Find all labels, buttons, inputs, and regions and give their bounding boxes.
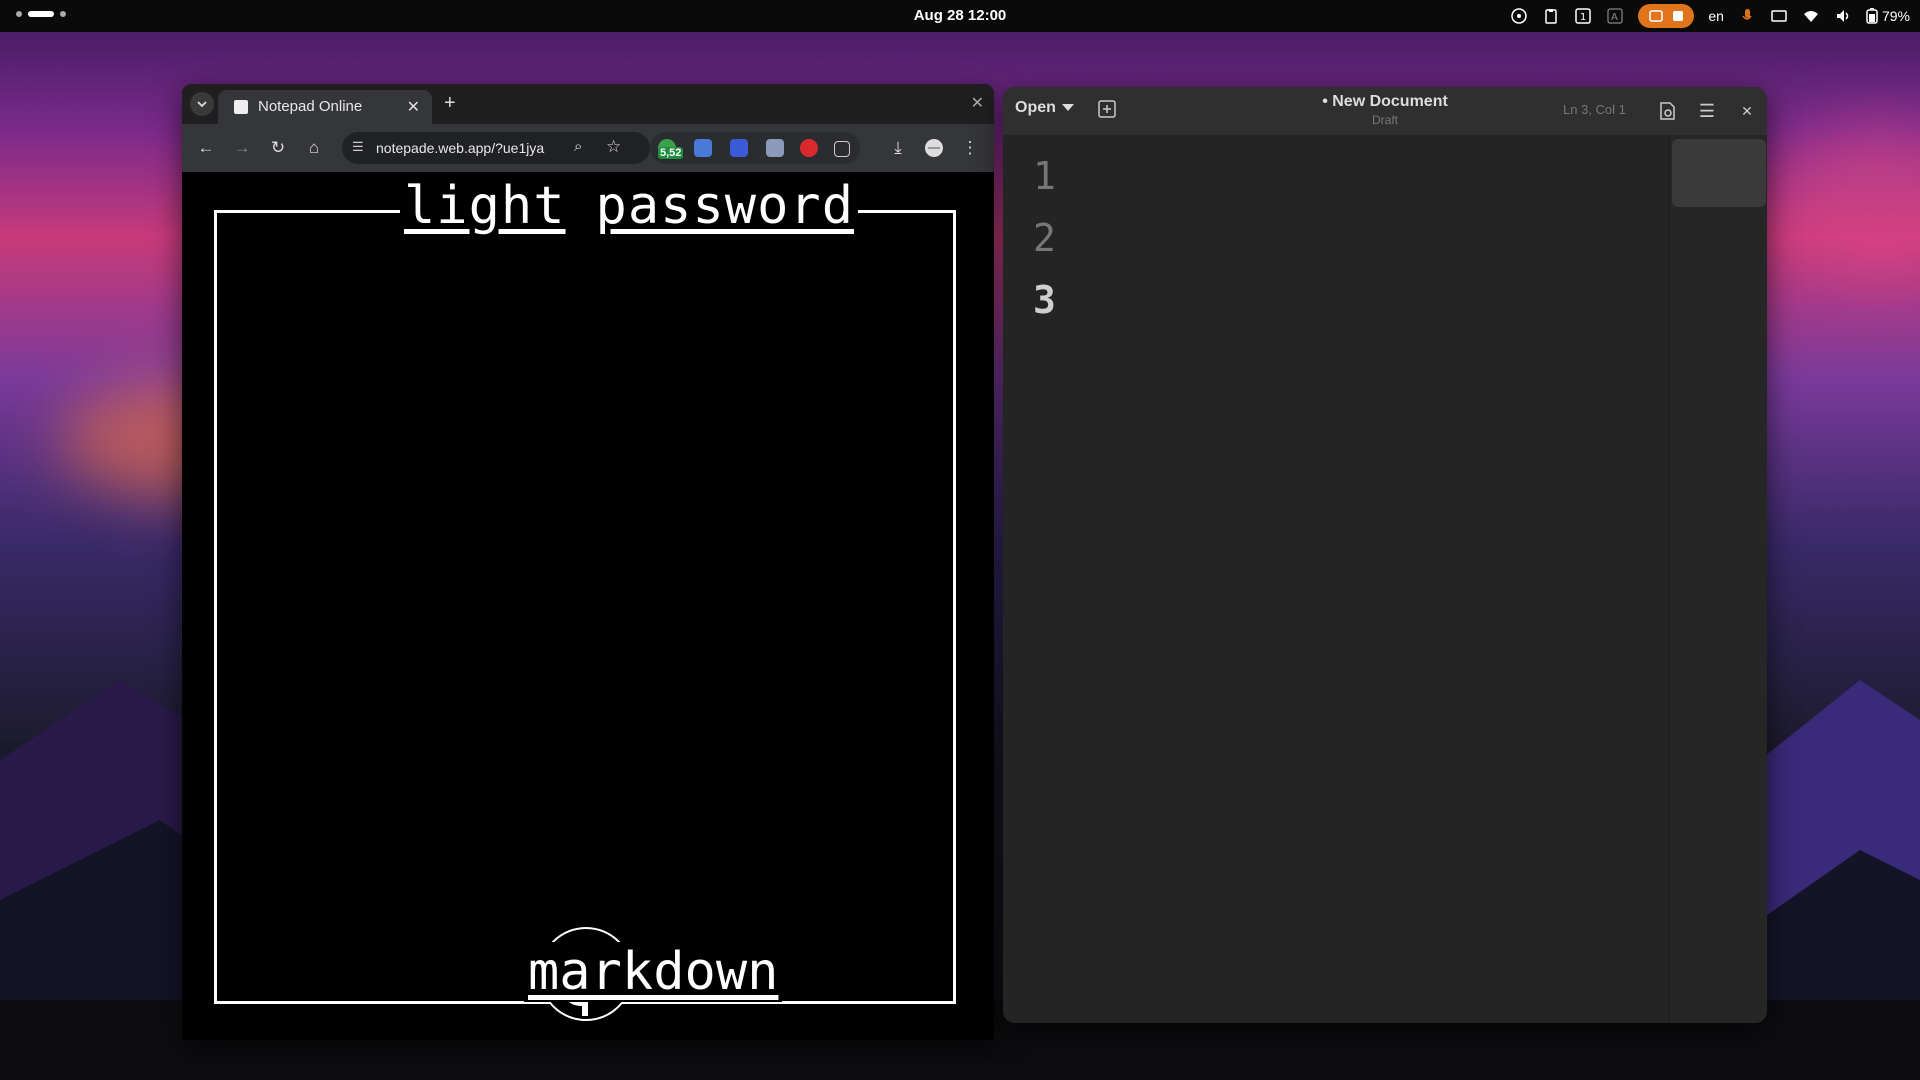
browser-toolbar: ← → ↻ ⌂ ☰ notepade.web.app/?ue1jya ⌕ ☆ 5… [182, 124, 994, 172]
minimap[interactable] [1669, 135, 1767, 1023]
line-number-current: 3 [1033, 278, 1056, 322]
new-tab-button[interactable]: + [444, 92, 456, 115]
stop-icon [1673, 11, 1684, 21]
home-icon[interactable]: ⌂ [302, 136, 326, 160]
battery-indicator[interactable]: 79% [1866, 8, 1910, 24]
chevron-down-icon [1061, 104, 1074, 111]
bookmark-star-icon[interactable]: ☆ [606, 137, 621, 157]
hamburger-menu-icon[interactable]: ☰ [1695, 99, 1719, 123]
close-window-icon[interactable]: ✕ [971, 93, 984, 113]
close-tab-icon[interactable]: ✕ [407, 97, 420, 117]
editor-header-bar: Open • New Document Draft Ln 3, Col 1 ☰ … [1003, 87, 1767, 135]
workspace-indicator[interactable] [16, 11, 66, 17]
clock[interactable]: Aug 28 12:00 [914, 7, 1007, 24]
avatar[interactable] [922, 136, 946, 160]
volume-icon[interactable] [1834, 7, 1852, 25]
open-button[interactable]: Open [1015, 99, 1074, 117]
keyboard-layout-icon[interactable]: 1 [1574, 7, 1592, 25]
notepad-frame [214, 210, 956, 1004]
workspace-dot-active[interactable] [28, 11, 54, 17]
chevron-down-icon [197, 101, 207, 108]
minimap-thumb[interactable] [1672, 139, 1766, 207]
kebab-menu-icon[interactable]: ⋮ [958, 136, 982, 160]
clipboard-icon[interactable] [1542, 7, 1560, 25]
line-number-gutter: 1 2 3 [1033, 145, 1056, 331]
page-title: light password [400, 176, 858, 236]
puzzle-extensions-icon[interactable] [834, 141, 850, 157]
url-text[interactable]: notepade.web.app/?ue1jya [376, 140, 556, 156]
line-number: 1 [1033, 154, 1056, 198]
cursor-position[interactable]: Ln 3, Col 1 [1563, 102, 1626, 117]
download-icon[interactable]: ⤓ [886, 136, 910, 160]
screen-recording-indicator[interactable] [1638, 4, 1695, 28]
workspace-dot[interactable] [60, 11, 66, 17]
site-settings-icon[interactable]: ☰ [352, 139, 370, 157]
back-arrow-icon[interactable]: ← [194, 136, 218, 160]
text-editor-window: Open • New Document Draft Ln 3, Col 1 ☰ … [1003, 87, 1767, 1023]
notepad-icon [234, 100, 248, 114]
browser-window: Notepad Online ✕ + ✕ ← → ↻ ⌂ ☰ notepade.… [182, 84, 994, 1040]
tab-title: Notepad Online [258, 98, 363, 115]
tab-strip: Notepad Online ✕ + ✕ [182, 84, 994, 124]
translate-extension-icon[interactable] [694, 139, 712, 157]
password-link[interactable]: password [596, 176, 854, 236]
obs-icon[interactable] [1510, 7, 1528, 25]
line-number: 2 [1033, 216, 1056, 260]
wifi-icon[interactable] [1802, 7, 1820, 25]
reload-icon[interactable]: ↻ [266, 136, 290, 160]
system-tray: 1 A en 79% [1510, 4, 1910, 28]
extensions-group: 5,52 [650, 132, 860, 164]
extension-badge: 5,52 [658, 147, 684, 159]
new-document-icon[interactable] [1097, 99, 1119, 121]
svg-text:A: A [1611, 12, 1618, 23]
workspace-dot[interactable] [16, 11, 22, 17]
microphone-icon[interactable] [1738, 7, 1756, 25]
svg-text:1: 1 [1580, 12, 1586, 23]
top-panel: Aug 28 12:00 1 A en 79% [0, 0, 1920, 32]
stop-extension-icon[interactable] [800, 139, 818, 157]
wallpaper-glow [1780, 120, 1920, 280]
light-mode-link[interactable]: light [404, 176, 566, 236]
tab-notepad-online[interactable]: Notepad Online ✕ [218, 90, 432, 124]
forward-arrow-icon[interactable]: → [230, 136, 254, 160]
battery-percentage: 79% [1881, 8, 1910, 24]
input-method-icon[interactable]: A [1606, 7, 1624, 25]
screen-extension-icon[interactable] [766, 139, 784, 157]
language-indicator[interactable]: en [1708, 8, 1724, 24]
markdown-link[interactable]: markdown [524, 942, 783, 1002]
close-icon[interactable]: ✕ [1735, 99, 1759, 123]
open-label: Open [1015, 99, 1056, 116]
address-bar[interactable]: ☰ notepade.web.app/?ue1jya ⌕ ☆ [342, 132, 650, 164]
bitwarden-extension-icon[interactable] [730, 139, 748, 157]
screenshot-icon [1649, 10, 1664, 22]
battery-icon [1866, 8, 1878, 24]
editor-text-area[interactable]: 1 2 3 [1003, 135, 1767, 1023]
tab-search-button[interactable] [190, 92, 214, 116]
screen-cast-icon[interactable] [1770, 7, 1788, 25]
save-document-icon[interactable] [1655, 99, 1679, 123]
zoom-icon[interactable]: ⌕ [574, 138, 582, 155]
web-page: light password markdown [182, 172, 994, 1040]
